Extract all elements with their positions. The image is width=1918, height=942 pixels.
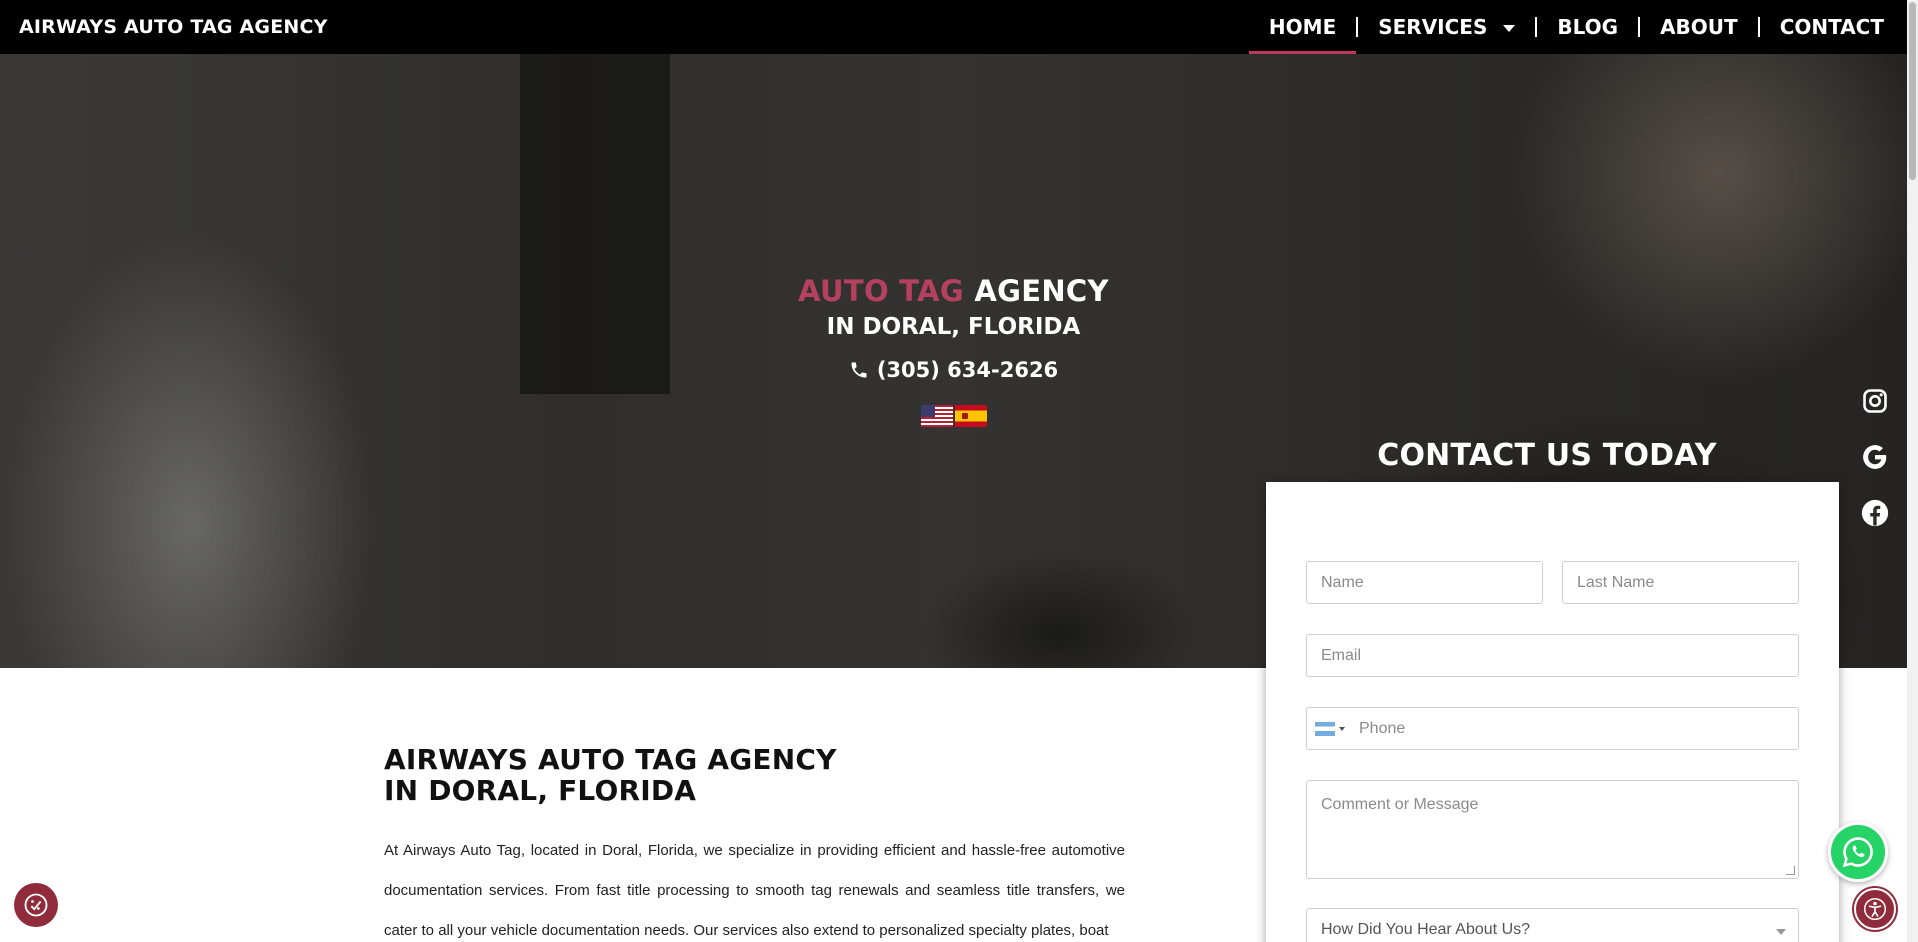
accessibility-button[interactable] <box>1854 888 1896 930</box>
site-brand[interactable]: AIRWAYS AUTO TAG AGENCY <box>19 16 328 38</box>
facebook-link[interactable] <box>1860 498 1890 528</box>
instagram-icon <box>1863 389 1887 413</box>
hero-phone-number: (305) 634-2626 <box>876 358 1059 382</box>
scrollbar-thumb[interactable] <box>1909 2 1916 180</box>
chevron-down-icon <box>1503 24 1516 32</box>
email-input[interactable]: Email <box>1306 634 1799 677</box>
whatsapp-icon <box>1842 837 1873 868</box>
nav-home-label: HOME <box>1268 15 1337 39</box>
cookie-consent-button[interactable] <box>14 883 58 927</box>
language-switcher <box>0 405 1907 427</box>
nav-contact-label: CONTACT <box>1779 15 1884 39</box>
chevron-down-icon <box>1776 929 1786 935</box>
nav-services-label: SERVICES <box>1378 15 1488 39</box>
nav-services[interactable]: SERVICES <box>1358 0 1535 54</box>
nav-home[interactable]: HOME <box>1248 0 1357 54</box>
instagram-link[interactable] <box>1860 386 1890 416</box>
hero-title-rest: AGENCY <box>974 274 1109 308</box>
nav-about-label: ABOUT <box>1660 15 1738 39</box>
contact-form-title: CONTACT US TODAY <box>1377 438 1717 473</box>
nav-contact[interactable]: CONTACT <box>1760 0 1888 54</box>
source-select-value: How Did You Hear About Us? <box>1321 920 1531 938</box>
nav-blog[interactable]: BLOG <box>1537 0 1638 54</box>
phone-icon <box>851 362 867 378</box>
google-link[interactable] <box>1860 442 1890 472</box>
name-input[interactable]: Name <box>1306 561 1543 604</box>
us-flag-icon[interactable] <box>920 405 953 427</box>
hero-title: AUTO TAG AGENCY <box>0 274 1907 308</box>
message-textarea[interactable]: Comment or Message <box>1306 780 1799 879</box>
content-heading-line1: AIRWAYS AUTO TAG AGENCY <box>384 743 837 776</box>
hero-subtitle: IN DORAL, FLORIDA <box>826 314 1081 340</box>
nav-blog-label: BLOG <box>1557 15 1619 39</box>
argentina-flag-icon[interactable] <box>1315 721 1335 736</box>
cookie-consent-icon <box>24 893 48 917</box>
last-name-placeholder: Last Name <box>1577 573 1655 591</box>
whatsapp-button[interactable] <box>1828 822 1888 882</box>
facebook-icon <box>1861 499 1889 527</box>
phone-placeholder: Phone <box>1359 719 1406 737</box>
resize-handle-icon[interactable] <box>1786 866 1795 875</box>
content-heading: AIRWAYS AUTO TAG AGENCY IN DORAL, FLORID… <box>384 744 837 806</box>
content-paragraph: At Airways Auto Tag, located in Doral, F… <box>384 842 1125 939</box>
main-nav: HOME SERVICES BLOG ABOUT CONTACT <box>1248 0 1888 54</box>
country-caret-icon[interactable] <box>1339 726 1345 731</box>
spain-flag-icon[interactable] <box>954 405 987 427</box>
email-placeholder: Email <box>1321 646 1362 664</box>
page-scrollbar[interactable] <box>1907 0 1918 942</box>
hero-phone-link[interactable]: (305) 634-2626 <box>0 358 1907 382</box>
content-heading-line2: IN DORAL, FLORIDA <box>384 774 697 807</box>
source-select[interactable]: How Did You Hear About Us? <box>1306 908 1799 942</box>
message-placeholder: Comment or Message <box>1321 796 1479 813</box>
hero-content: AUTO TAG AGENCY IN DORAL, FLORIDA (305) … <box>0 274 1907 427</box>
last-name-input[interactable]: Last Name <box>1562 561 1799 604</box>
contact-form: Name Last Name Email Phone Comment or Me… <box>1266 482 1839 942</box>
accessibility-icon <box>1863 897 1887 921</box>
name-placeholder: Name <box>1321 573 1364 591</box>
phone-input[interactable]: Phone <box>1306 707 1799 750</box>
top-navbar: AIRWAYS AUTO TAG AGENCY HOME SERVICES BL… <box>0 0 1907 54</box>
google-icon <box>1863 445 1887 469</box>
nav-about[interactable]: ABOUT <box>1640 0 1758 54</box>
hero-title-accent: AUTO TAG <box>798 274 964 308</box>
